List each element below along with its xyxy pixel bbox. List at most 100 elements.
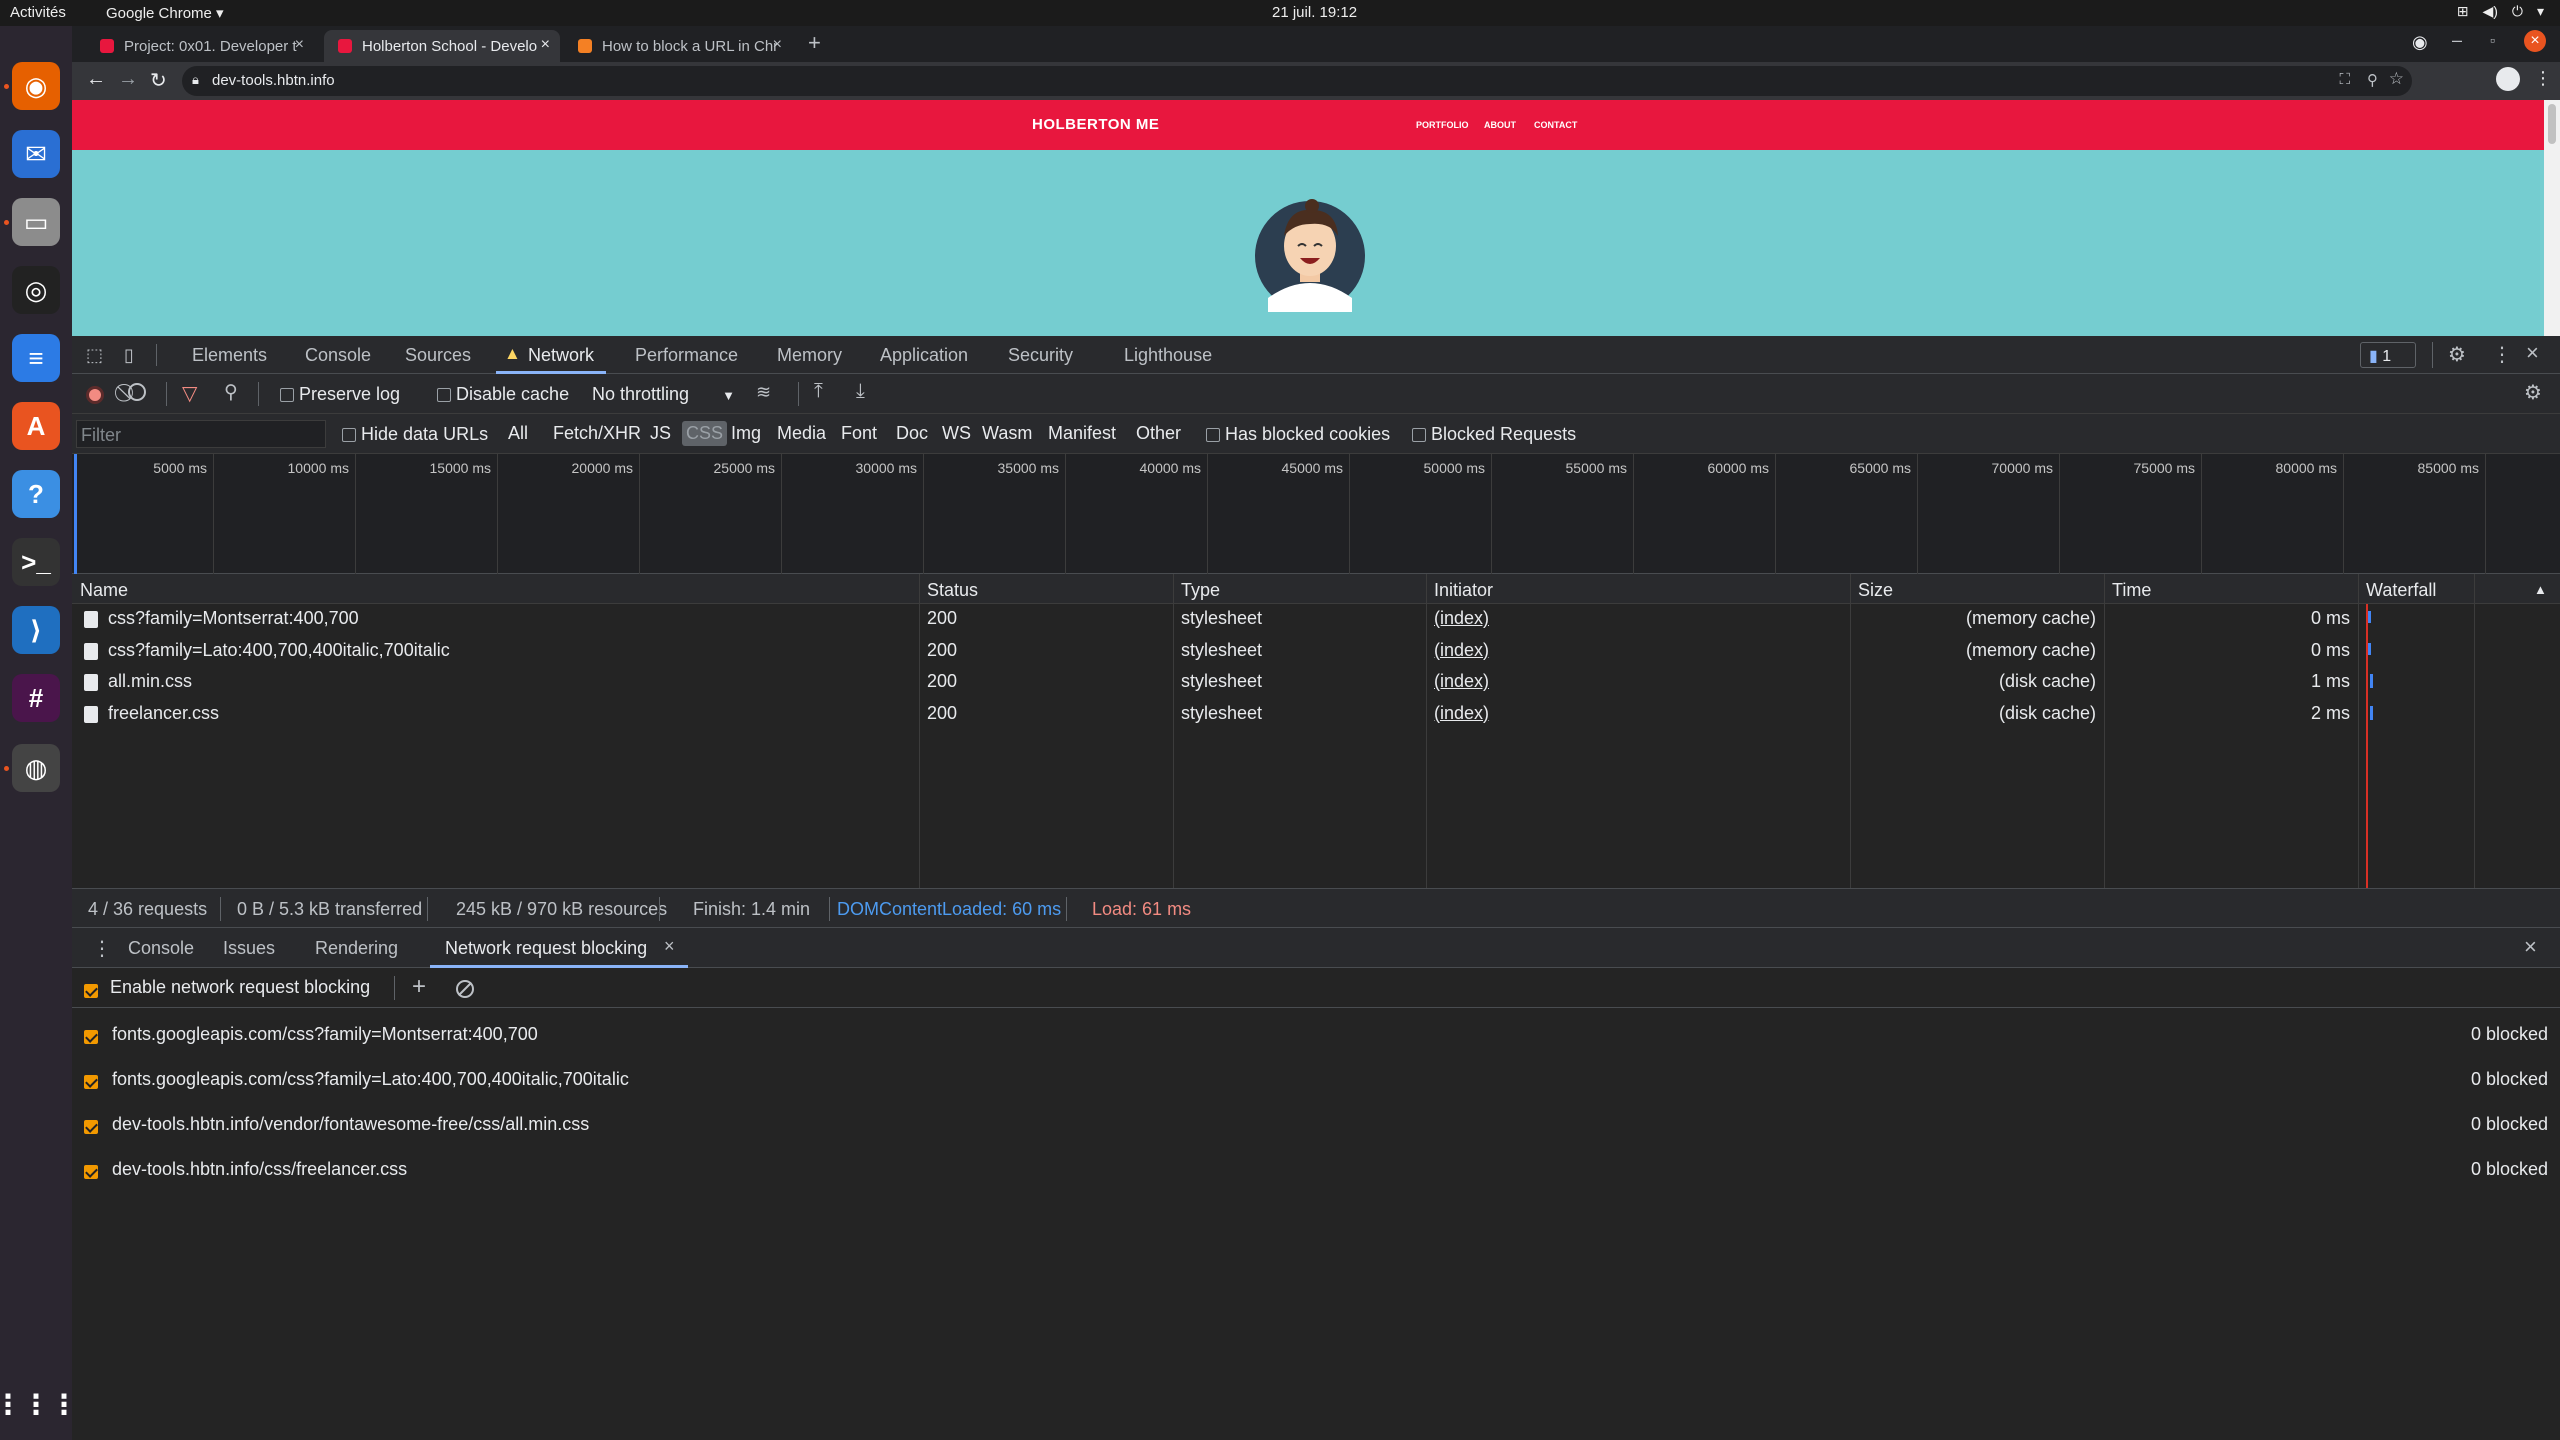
translate-icon[interactable]: ⛶ (2339, 71, 2350, 88)
minimize-button[interactable]: – (2452, 30, 2462, 51)
close-icon[interactable]: × (295, 36, 304, 54)
timeline-overview[interactable]: 5000 ms 10000 ms 15000 ms 20000 ms 25000 ms 3… (72, 454, 2560, 574)
column-size[interactable]: Size (1858, 580, 1893, 601)
checkbox[interactable] (280, 388, 294, 403)
profile-avatar[interactable] (2496, 67, 2520, 91)
settings-gear-icon[interactable]: ⚙ (2448, 342, 2466, 367)
close-icon[interactable]: × (773, 36, 782, 54)
filter-type-js[interactable]: JS (646, 421, 675, 446)
request-name[interactable]: all.min.css (108, 671, 192, 692)
pattern-checkbox[interactable] (84, 1071, 98, 1092)
pattern-text[interactable]: dev-tools.hbtn.info/css/freelancer.css (112, 1159, 407, 1180)
browser-tab[interactable]: How to block a URL in Chr × (564, 30, 792, 62)
site-brand[interactable]: HOLBERTON ME (1032, 116, 1159, 133)
column-divider[interactable] (1426, 574, 1427, 888)
back-button[interactable]: ← (86, 68, 106, 91)
clock[interactable]: 21 juil. 19:12 (1272, 4, 1357, 21)
checkbox-checked[interactable] (84, 1165, 98, 1180)
star-icon[interactable]: ☆ (2389, 69, 2404, 89)
column-name[interactable]: Name (80, 580, 128, 601)
enable-blocking-checkbox[interactable] (84, 980, 98, 1001)
request-initiator-link[interactable]: (index) (1434, 608, 1489, 629)
tab-lighthouse[interactable]: Lighthouse (1124, 345, 1212, 366)
filter-type-doc[interactable]: Doc (892, 421, 932, 446)
tab-elements[interactable]: Elements (192, 345, 267, 366)
waterfall-bar[interactable] (2370, 705, 2373, 720)
blocked-requests-checkbox[interactable]: Blocked Requests (1412, 424, 1576, 445)
request-initiator-link[interactable]: (index) (1434, 703, 1489, 724)
checkbox[interactable] (1206, 428, 1220, 443)
pattern-checkbox[interactable] (84, 1161, 98, 1182)
rhythmbox-icon[interactable]: ◎ (12, 266, 60, 314)
issues-badge[interactable]: ▮ 1 (2360, 342, 2416, 368)
request-name[interactable]: css?family=Lato:400,700,400italic,700ita… (108, 640, 450, 661)
table-row[interactable]: css?family=Montserrat:400,700 200 styleshe… (72, 604, 2560, 635)
close-tab-icon[interactable]: × (664, 936, 675, 957)
browser-tab-active[interactable]: Holberton School - Develo × (324, 30, 560, 62)
reload-button[interactable]: ↻ (150, 68, 167, 93)
column-type[interactable]: Type (1181, 580, 1220, 601)
search-icon[interactable]: ⚲ (224, 381, 238, 404)
menu-kebab-icon[interactable]: ⋮ (2534, 68, 2552, 89)
checkbox[interactable] (342, 428, 356, 443)
vscode-icon[interactable]: ⟩ (12, 606, 60, 654)
new-tab-button[interactable]: + (808, 30, 821, 56)
filter-type-all[interactable]: All (504, 421, 532, 446)
filter-type-css[interactable]: CSS (682, 421, 728, 446)
checkbox-checked[interactable] (84, 1075, 98, 1090)
tab-sources[interactable]: Sources (405, 345, 471, 366)
checkbox[interactable] (437, 388, 451, 403)
close-window-button[interactable]: × (2524, 30, 2546, 52)
column-status[interactable]: Status (927, 580, 978, 601)
filter-input[interactable]: Filter (76, 420, 326, 448)
column-divider[interactable] (919, 574, 920, 888)
drawer-menu-icon[interactable]: ⋮ (92, 936, 112, 961)
pattern-text[interactable]: dev-tools.hbtn.info/vendor/fontawesome-f… (112, 1114, 589, 1135)
nav-contact[interactable]: CONTACT (1534, 120, 1577, 130)
writer-icon[interactable]: ≡ (12, 334, 60, 382)
page-scrollbar[interactable] (2544, 100, 2560, 336)
software-icon[interactable]: A (12, 402, 60, 450)
hide-data-urls-checkbox[interactable]: Hide data URLs (342, 424, 488, 445)
throttling-select[interactable]: No throttling ▼ (592, 384, 735, 405)
files-icon[interactable]: ▭ (12, 198, 60, 246)
checkbox-checked[interactable] (84, 1120, 98, 1135)
app-menu[interactable]: Google Chrome ▾ (106, 4, 224, 22)
column-divider[interactable] (1173, 574, 1174, 888)
system-tray[interactable]: ⊞ ◀) ⏻ ▾ (2457, 3, 2544, 20)
help-icon[interactable]: ? (12, 470, 60, 518)
column-initiator[interactable]: Initiator (1434, 580, 1493, 601)
filter-type-img[interactable]: Img (727, 421, 765, 446)
pattern-text[interactable]: fonts.googleapis.com/css?family=Montserr… (112, 1024, 538, 1045)
tab-console[interactable]: Console (305, 345, 371, 366)
import-har-icon[interactable]: ⤒ (814, 380, 823, 403)
request-initiator-link[interactable]: (index) (1434, 671, 1489, 692)
browser-tab[interactable]: Project: 0x01. Developer t × (86, 30, 314, 62)
column-time[interactable]: Time (2112, 580, 2151, 601)
slack-icon[interactable]: # (12, 674, 60, 722)
checkbox[interactable] (1412, 428, 1426, 443)
show-applications-icon[interactable]: ⋮⋮⋮ (0, 1380, 78, 1428)
waterfall-bar[interactable] (2368, 611, 2371, 623)
blocking-pattern-row[interactable]: dev-tools.hbtn.info/vendor/fontawesome-f… (72, 1102, 2560, 1147)
table-row[interactable]: freelancer.css 200 stylesheet (index) (disk … (72, 699, 2560, 730)
waterfall-bar[interactable] (2370, 674, 2373, 688)
drawer-tab-rendering[interactable]: Rendering (315, 938, 398, 959)
column-waterfall[interactable]: Waterfall (2366, 580, 2436, 601)
table-row[interactable]: css?family=Lato:400,700,400italic,700ita… (72, 636, 2560, 667)
pattern-checkbox[interactable] (84, 1026, 98, 1047)
terminal-icon[interactable]: >_ (12, 538, 60, 586)
tab-security[interactable]: Security (1008, 345, 1073, 366)
tab-performance[interactable]: Performance (635, 345, 738, 366)
nav-portfolio[interactable]: PORTFOLIO (1416, 120, 1469, 130)
address-bar[interactable]: 🔒︎ dev-tools.hbtn.info ⛶ ⚲ ☆ (182, 66, 2412, 96)
checkbox-checked[interactable] (84, 1030, 98, 1045)
firefox-icon[interactable]: ◉ (12, 62, 60, 110)
network-settings-gear-icon[interactable]: ⚙ (2524, 380, 2542, 405)
export-har-icon[interactable]: ⤓ (856, 380, 865, 403)
inspect-element-icon[interactable]: ⬚ (86, 345, 103, 366)
close-icon[interactable]: × (541, 36, 550, 54)
tab-network[interactable]: Network (528, 345, 594, 366)
pattern-checkbox[interactable] (84, 1116, 98, 1137)
filter-type-media[interactable]: Media (773, 421, 830, 446)
